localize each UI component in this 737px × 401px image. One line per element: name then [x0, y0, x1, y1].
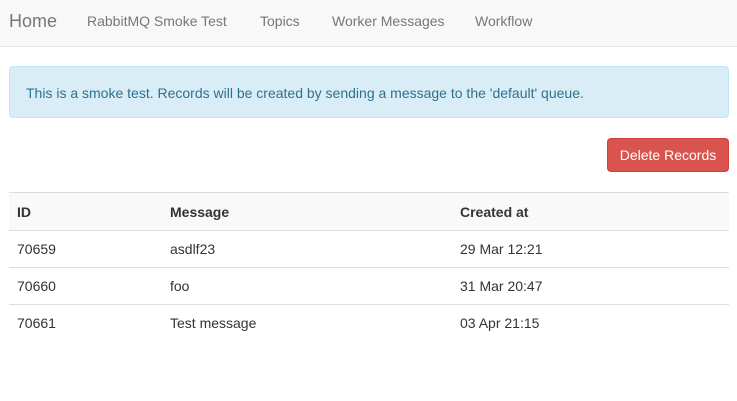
column-header-created-at: Created at [452, 192, 729, 231]
nav-link-topics[interactable]: Topics [260, 13, 300, 30]
column-header-id: ID [9, 192, 162, 231]
cell-message: foo [162, 267, 452, 305]
cell-id: 70661 [17, 315, 56, 332]
cell-id: 70660 [9, 267, 162, 305]
cell-message: Test message [170, 315, 257, 332]
table-body: 70659 asdlf23 29 Mar 12:21 70660 foo 31 … [9, 230, 729, 342]
cell-id: 70659 [9, 230, 162, 268]
cell-created-at: 31 Mar 20:47 [452, 267, 729, 305]
nav-link-workflow[interactable]: Workflow [475, 13, 532, 30]
navbar: Home RabbitMQ Smoke Test Topics Worker M… [0, 0, 737, 47]
nav-link-worker-messages[interactable]: Worker Messages [332, 13, 445, 30]
info-alert-text: This is a smoke test. Records will be cr… [26, 85, 584, 101]
column-header-message: Message [162, 192, 452, 231]
nav-home-link[interactable]: Home [9, 10, 57, 32]
table-row: 70659 asdlf23 29 Mar 12:21 [9, 230, 729, 268]
cell-message: asdlf23 [162, 230, 452, 268]
table-row: 70661 Test message 03 Apr 21:15 [9, 305, 729, 342]
delete-records-button[interactable]: Delete Records [607, 138, 729, 172]
table-row: 70660 foo 31 Mar 20:47 [9, 267, 729, 305]
cell-created-at: 29 Mar 12:21 [452, 230, 729, 268]
nav-link-rabbitmq-smoke-test[interactable]: RabbitMQ Smoke Test [87, 13, 227, 30]
cell-created-at: 03 Apr 21:15 [460, 315, 540, 332]
info-alert: This is a smoke test. Records will be cr… [9, 66, 729, 118]
records-table: ID Message Created at 70659 asdlf23 29 M… [9, 192, 729, 342]
table-header: ID Message Created at [9, 192, 729, 231]
table-header-row: ID Message Created at [9, 192, 729, 231]
